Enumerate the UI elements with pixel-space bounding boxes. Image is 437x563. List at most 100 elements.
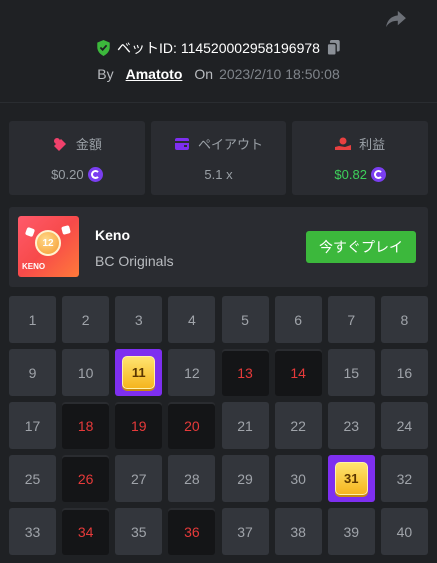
keno-cell-4[interactable]: 4: [168, 296, 216, 343]
keno-board: 1 2 3 4 5 6 7 8 9 10 11 12 13 14 15 16 17 18 19 20 21 22 23 24 2…: [9, 296, 428, 563]
keno-cell-22[interactable]: 22: [274, 402, 322, 449]
keno-cell-26[interactable]: 26: [62, 455, 110, 502]
cell-number: 33: [24, 523, 41, 540]
stat-label: 金額: [75, 137, 102, 152]
stat-label: ペイアウト: [198, 137, 264, 152]
keno-cell-16[interactable]: 16: [380, 349, 428, 396]
game-logo-text: KENO: [22, 262, 46, 271]
keno-cell-24[interactable]: 24: [380, 402, 428, 449]
stat-profit: 利益 $0.82: [292, 121, 429, 195]
keno-cell-8[interactable]: 8: [380, 296, 428, 343]
cell-number: 1: [28, 311, 37, 328]
keno-cell-9[interactable]: 9: [9, 349, 56, 396]
game-thumbnail[interactable]: 12 KENO: [18, 216, 79, 277]
gem-icon: 11: [122, 356, 156, 389]
stat-value: $0.82: [334, 167, 367, 182]
keno-cell-31[interactable]: 31: [327, 455, 375, 502]
cell-number: 36: [184, 523, 200, 540]
cell-number: 23: [343, 417, 360, 434]
cell-number: 18: [77, 417, 94, 434]
game-provider: BC Originals: [95, 253, 174, 269]
keno-cell-30[interactable]: 30: [274, 455, 322, 502]
play-now-button[interactable]: 今すぐプレイ: [306, 231, 416, 263]
keno-cell-33[interactable]: 33: [9, 508, 56, 555]
copy-icon[interactable]: [326, 40, 341, 56]
cell-number: 39: [343, 523, 360, 540]
keno-cell-25[interactable]: 25: [9, 455, 56, 502]
cell-number: 12: [184, 364, 200, 381]
divider: [0, 102, 437, 103]
stats-row: 金額 $0.20 ペイアウト 5.1 x 利益 $0.82: [9, 121, 429, 195]
keno-cell-36[interactable]: 36: [168, 508, 216, 555]
cell-number: 15: [343, 364, 360, 381]
cell-number: 10: [77, 364, 94, 381]
stat-payout: ペイアウト 5.1 x: [150, 121, 287, 195]
keno-cell-34[interactable]: 34: [62, 508, 110, 555]
cell-number: 13: [237, 364, 253, 381]
keno-cell-38[interactable]: 38: [274, 508, 322, 555]
bet-id: ベットID: 114520002958196978: [117, 40, 320, 56]
keno-cell-18[interactable]: 18: [62, 402, 110, 449]
keno-cell-11[interactable]: 11: [115, 349, 163, 396]
keno-cell-37[interactable]: 37: [221, 508, 269, 555]
game-name: Keno: [95, 227, 130, 243]
keno-cell-19[interactable]: 19: [115, 402, 163, 449]
keno-cell-29[interactable]: 29: [221, 455, 269, 502]
author-link[interactable]: Amatoto: [126, 66, 183, 82]
keno-cell-28[interactable]: 28: [168, 455, 216, 502]
cell-number: 20: [184, 417, 200, 434]
keno-cell-23[interactable]: 23: [327, 402, 375, 449]
cell-number: 29: [237, 470, 253, 487]
keno-cell-40[interactable]: 40: [380, 508, 428, 555]
cell-number: 32: [396, 470, 413, 487]
cell-number: 14: [290, 364, 306, 381]
cell-number: 30: [290, 470, 306, 487]
cell-number: 9: [28, 364, 37, 381]
keno-cell-3[interactable]: 3: [115, 296, 163, 343]
cell-number: 27: [130, 470, 147, 487]
bet-chips-icon: [52, 137, 68, 151]
cell-number: 34: [77, 523, 94, 540]
share-icon[interactable]: [385, 10, 407, 28]
cell-number: 17: [24, 417, 41, 434]
coin-icon: [370, 167, 386, 182]
keno-cell-1[interactable]: 1: [9, 296, 56, 343]
keno-ball-icon: 12: [35, 230, 61, 256]
keno-cell-39[interactable]: 39: [327, 508, 375, 555]
game-card: 12 KENO Keno BC Originals 今すぐプレイ: [9, 207, 428, 287]
keno-cell-20[interactable]: 20: [168, 402, 216, 449]
keno-cell-5[interactable]: 5: [221, 296, 269, 343]
keno-cell-15[interactable]: 15: [327, 349, 375, 396]
author-row: By Amatoto On 2023/2/10 18:50:08: [0, 66, 437, 82]
keno-cell-17[interactable]: 17: [9, 402, 56, 449]
cell-number: 22: [290, 417, 306, 434]
keno-cell-7[interactable]: 7: [327, 296, 375, 343]
keno-cell-35[interactable]: 35: [115, 508, 163, 555]
cell-number: 25: [24, 470, 41, 487]
cell-number: 37: [237, 523, 253, 540]
keno-cell-2[interactable]: 2: [62, 296, 110, 343]
cell-number: 40: [396, 523, 413, 540]
shield-check-icon: [96, 40, 111, 56]
profit-hand-icon: [335, 137, 352, 151]
by-label: By: [97, 66, 114, 82]
cell-number: 16: [396, 364, 413, 381]
keno-cell-10[interactable]: 10: [62, 349, 110, 396]
cell-number: 24: [396, 417, 413, 434]
cell-number: 5: [241, 311, 249, 328]
keno-cell-13[interactable]: 13: [221, 349, 269, 396]
keno-cell-12[interactable]: 12: [168, 349, 216, 396]
wallet-icon: [174, 137, 190, 151]
cell-number: 28: [184, 470, 200, 487]
keno-cell-6[interactable]: 6: [274, 296, 322, 343]
keno-cell-21[interactable]: 21: [221, 402, 269, 449]
stat-value: $0.20: [51, 167, 84, 182]
stat-label: 利益: [359, 137, 386, 152]
on-label: On: [194, 66, 214, 82]
keno-cell-27[interactable]: 27: [115, 455, 163, 502]
cell-number: 8: [400, 311, 409, 328]
keno-cell-32[interactable]: 32: [380, 455, 428, 502]
cell-number: 26: [77, 470, 94, 487]
keno-cell-14[interactable]: 14: [274, 349, 322, 396]
cell-number: 21: [237, 417, 253, 434]
